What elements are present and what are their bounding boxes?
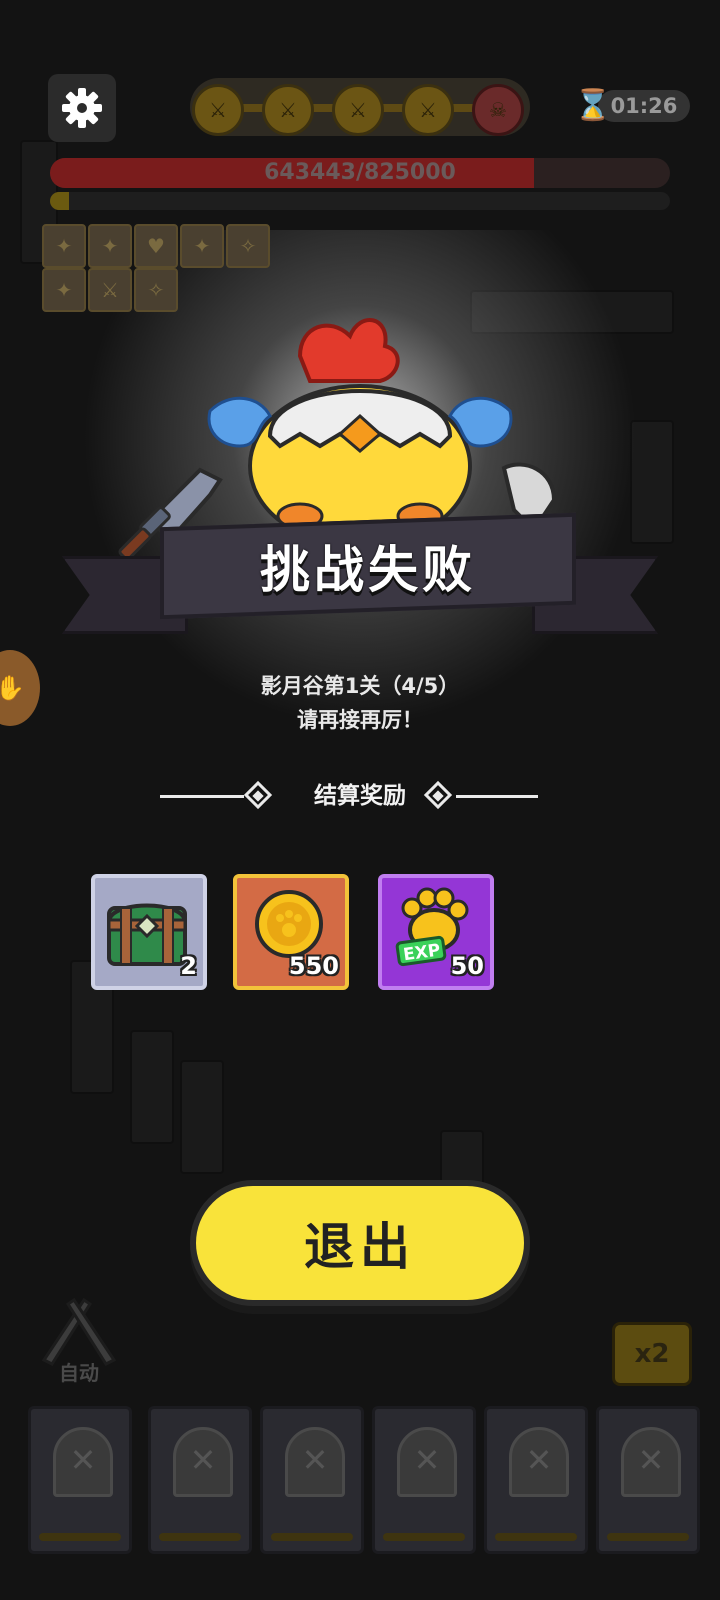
- rewards-heading: 结算奖励: [314, 783, 406, 809]
- reward-count: 2: [180, 952, 197, 980]
- speed-label: x2: [634, 1339, 670, 1369]
- boss-hp-bar: 643443/825000: [50, 158, 670, 188]
- hero-slot[interactable]: ✕: [28, 1406, 132, 1554]
- buff-icon[interactable]: ✧: [226, 224, 270, 268]
- tombstone-icon: ✕: [621, 1427, 681, 1497]
- gear-icon: [62, 88, 102, 128]
- battle-timer: 01:26 ⌛: [574, 86, 692, 126]
- settings-button[interactable]: [48, 74, 116, 142]
- exit-button-label: 退出: [304, 1218, 416, 1276]
- hero-slot[interactable]: ✕: [596, 1406, 700, 1554]
- result-title: 挑战失败: [260, 541, 476, 599]
- hourglass-icon: ⌛: [574, 88, 612, 123]
- buff-icon[interactable]: ✦: [42, 268, 86, 312]
- auto-battle-label: 自动: [59, 1361, 99, 1385]
- sword-icon: ⚔: [402, 84, 454, 136]
- boss-hp-text: 643443/825000: [264, 160, 456, 185]
- crying-chick-illustration: [207, 318, 513, 536]
- rewards-heading-divider: 结算奖励: [160, 780, 560, 812]
- hero-slot[interactable]: ✕: [372, 1406, 476, 1554]
- encourage-text: 请再接再厉！: [297, 708, 423, 732]
- sword-buff-icon[interactable]: ⚔: [88, 268, 132, 312]
- tombstone-icon: ✕: [285, 1427, 345, 1497]
- reward-chest-item[interactable]: 2: [91, 874, 207, 990]
- buff-icon[interactable]: ✧: [134, 268, 178, 312]
- hero-slot[interactable]: ✕: [484, 1406, 588, 1554]
- reward-count: 550: [288, 952, 339, 980]
- reward-count: 50: [450, 952, 484, 980]
- exit-button[interactable]: 退出: [190, 1180, 530, 1306]
- stage-progress-track: ⚔ ⚔ ⚔ ⚔ ☠: [190, 78, 530, 136]
- wave-progress-fill: [50, 192, 69, 210]
- hero-slot[interactable]: ✕: [148, 1406, 252, 1554]
- result-banner: 挑战失败: [160, 512, 576, 620]
- buff-icon[interactable]: ✦: [42, 224, 86, 268]
- buff-icon[interactable]: ✦: [180, 224, 224, 268]
- wave-progress-bar: [50, 192, 670, 210]
- tombstone-icon: ✕: [509, 1427, 569, 1497]
- tombstone-icon: ✕: [173, 1427, 233, 1497]
- speed-toggle-button[interactable]: x2: [612, 1322, 692, 1386]
- stage-info-text: 影月谷第1关（4/5）: [260, 674, 460, 698]
- auto-battle-button[interactable]: 自动: [24, 1290, 134, 1390]
- buff-icon[interactable]: ✦: [88, 224, 132, 268]
- reward-exp-item[interactable]: EXP 50: [378, 874, 494, 990]
- tombstone-icon: ✕: [397, 1427, 457, 1497]
- sword-icon: ⚔: [262, 84, 314, 136]
- exp-tag: EXP: [402, 940, 442, 965]
- heart-buff-icon[interactable]: ♥: [134, 224, 178, 268]
- sword-icon: ⚔: [192, 84, 244, 136]
- timer-text: 01:26: [598, 90, 690, 122]
- boss-icon: ☠: [472, 84, 524, 136]
- reward-coin-item[interactable]: 550: [233, 874, 349, 990]
- hero-slot[interactable]: ✕: [260, 1406, 364, 1554]
- sword-icon: ⚔: [332, 84, 384, 136]
- tombstone-icon: ✕: [53, 1427, 113, 1497]
